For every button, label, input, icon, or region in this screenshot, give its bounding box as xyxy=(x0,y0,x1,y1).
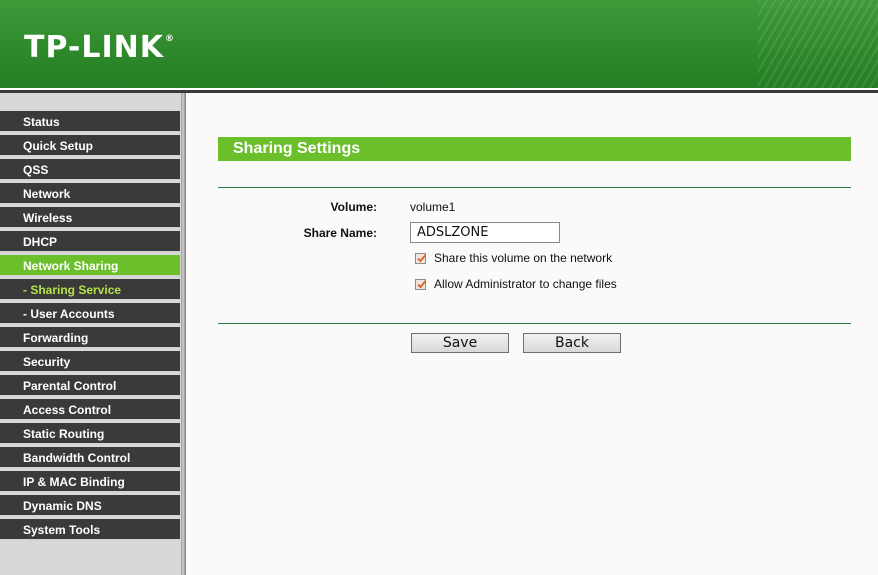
sidebar-spacer xyxy=(0,93,181,111)
sidebar-item-access-control[interactable]: Access Control xyxy=(0,399,180,421)
checkmark-icon xyxy=(417,254,427,263)
sidebar-item-system-tools[interactable]: System Tools xyxy=(0,519,180,541)
page-title: Sharing Settings xyxy=(218,137,851,161)
share-volume-checkbox[interactable] xyxy=(415,253,427,264)
allow-admin-checkbox-label[interactable]: Allow Administrator to change files xyxy=(434,277,617,291)
sidebar-item-dynamic-dns[interactable]: Dynamic DNS xyxy=(0,495,180,517)
section-divider-bottom xyxy=(218,323,851,324)
checkmark-icon xyxy=(417,280,427,289)
sidebar-item-user-accounts[interactable]: - User Accounts xyxy=(0,303,180,325)
sidebar-item-sharing-service[interactable]: - Sharing Service xyxy=(0,279,180,301)
sidebar-item-network-sharing[interactable]: Network Sharing xyxy=(0,255,180,277)
sidebar-item-parental-control[interactable]: Parental Control xyxy=(0,375,180,397)
volume-value: volume1 xyxy=(410,200,456,214)
header-decoration xyxy=(758,0,878,88)
sidebar-item-quick-setup[interactable]: Quick Setup xyxy=(0,135,180,157)
header-banner: TP-LINK® xyxy=(0,0,878,88)
sidebar-item-static-routing[interactable]: Static Routing xyxy=(0,423,180,445)
tp-link-logo: TP-LINK® xyxy=(24,30,176,65)
share-name-label: Share Name: xyxy=(303,226,377,240)
section-divider-top xyxy=(218,187,851,188)
back-button[interactable]: Back xyxy=(523,333,621,353)
save-button[interactable]: Save xyxy=(411,333,509,353)
sidebar-nav: Status Quick Setup QSS Network Wireless … xyxy=(0,93,181,575)
sidebar-item-network[interactable]: Network xyxy=(0,183,180,205)
volume-label: Volume: xyxy=(330,200,377,214)
sidebar-item-bandwidth-control[interactable]: Bandwidth Control xyxy=(0,447,180,469)
sidebar-item-security[interactable]: Security xyxy=(0,351,180,373)
sidebar-item-forwarding[interactable]: Forwarding xyxy=(0,327,180,349)
sidebar-item-dhcp[interactable]: DHCP xyxy=(0,231,180,253)
sidebar-item-status[interactable]: Status xyxy=(0,111,180,133)
sidebar-item-wireless[interactable]: Wireless xyxy=(0,207,180,229)
sidebar-item-qss[interactable]: QSS xyxy=(0,159,180,181)
sidebar-item-ip-mac-binding[interactable]: IP & MAC Binding xyxy=(0,471,180,493)
share-name-input[interactable] xyxy=(410,222,560,243)
share-volume-checkbox-label[interactable]: Share this volume on the network xyxy=(434,251,612,265)
allow-admin-checkbox[interactable] xyxy=(415,279,427,290)
main-content: Sharing Settings Volume: volume1 Share N… xyxy=(186,93,878,575)
